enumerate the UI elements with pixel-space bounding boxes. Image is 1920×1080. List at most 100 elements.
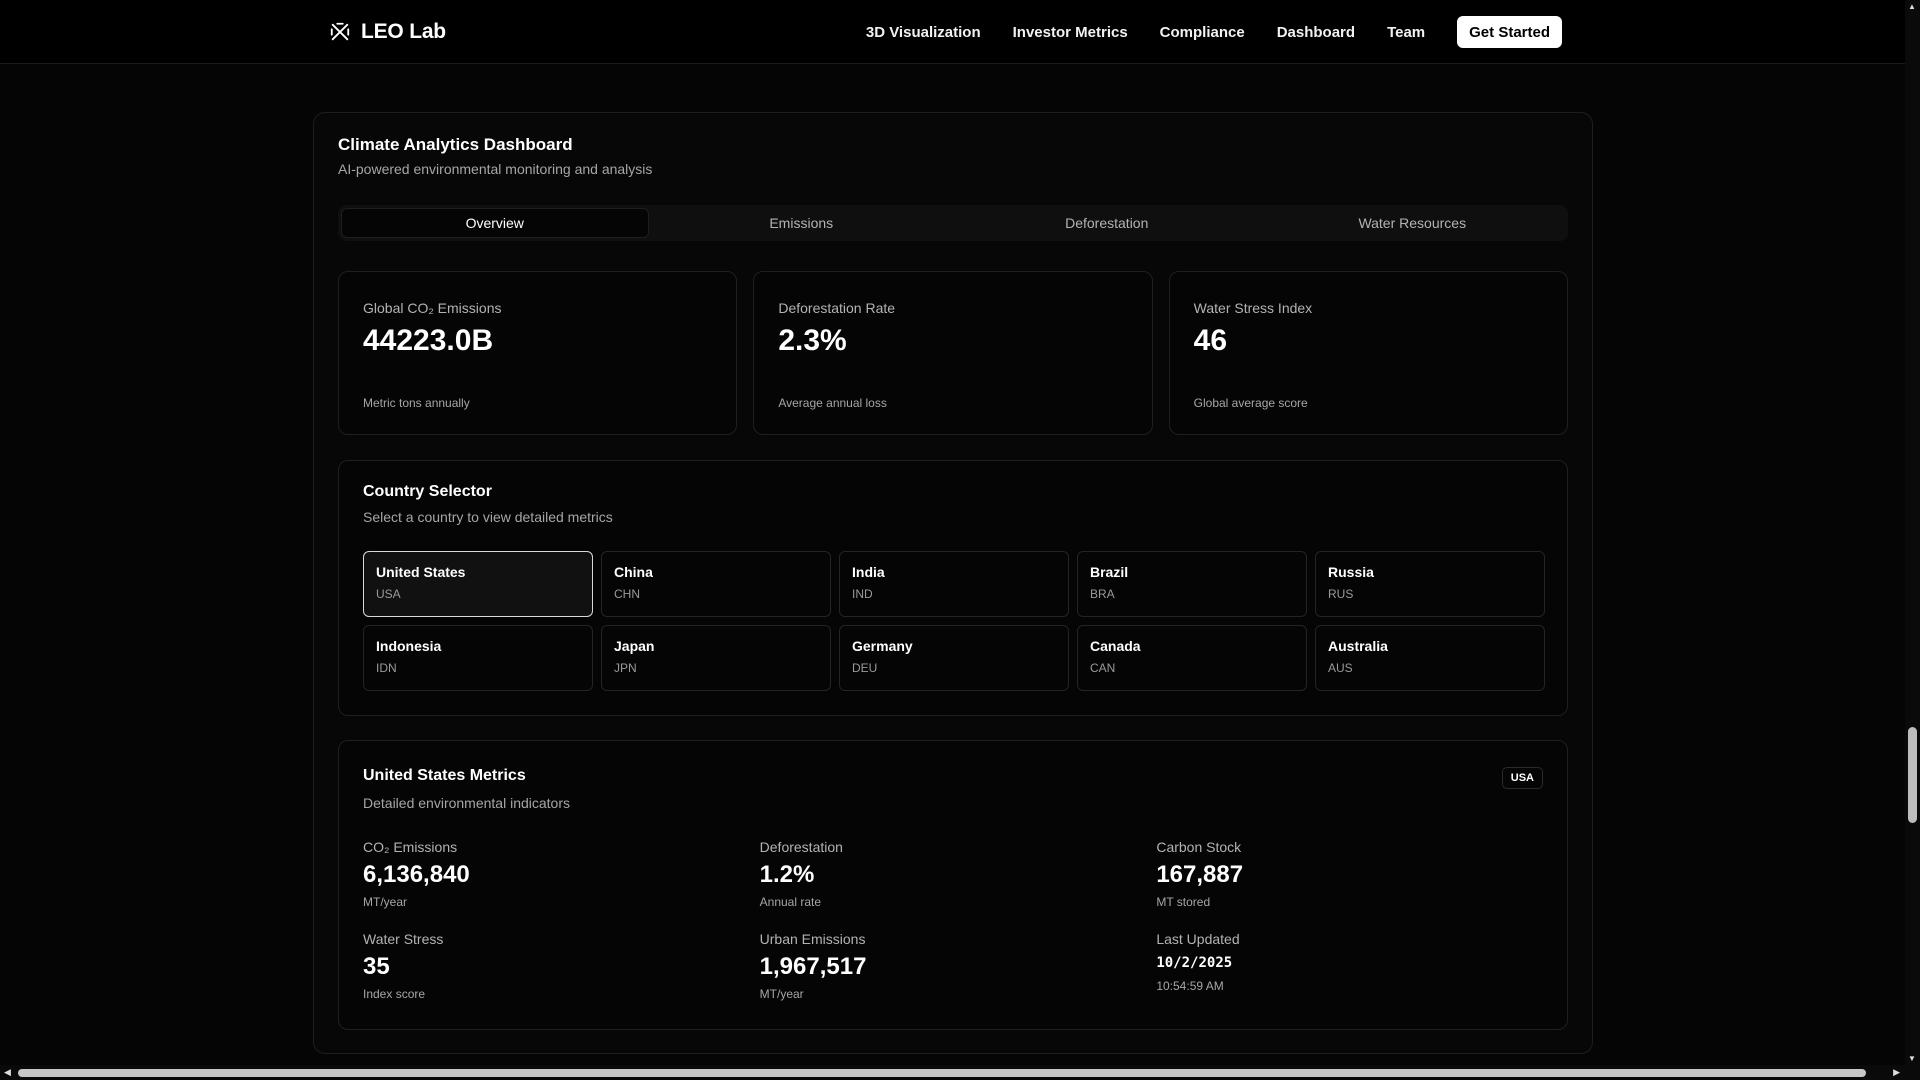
stat-card-water-stress: Water Stress Index 46 Global average sco…	[1168, 271, 1568, 435]
nav-link-compliance[interactable]: Compliance	[1160, 24, 1245, 41]
metric-last-updated: Last Updated 10/2/2025 10:54:59 AM	[1156, 931, 1553, 1003]
country-button-chn[interactable]: China CHN	[601, 551, 831, 617]
nav-links: 3D Visualization Investor Metrics Compli…	[866, 15, 1562, 49]
country-name: Germany	[852, 638, 913, 654]
metric-note: Index score	[363, 987, 426, 1001]
nav-link-3d-visualization[interactable]: 3D Visualization	[866, 24, 981, 41]
country-name: Australia	[1328, 638, 1388, 654]
metric-deforestation: Deforestation 1.2% Annual rate	[760, 839, 1157, 911]
country-name: Japan	[614, 638, 655, 654]
country-code: CAN	[1090, 661, 1116, 675]
country-button-jpn[interactable]: Japan JPN	[601, 625, 831, 691]
vertical-scrollbar[interactable]: ▲ ▼	[1905, 0, 1920, 1065]
page: LEO Lab 3D Visualization Investor Metric…	[0, 0, 1920, 1080]
metric-label: CO₂ Emissions	[363, 839, 458, 855]
stat-cards: Global CO₂ Emissions 44223.0B Metric ton…	[338, 271, 1568, 435]
brand-name: LEO Lab	[361, 20, 446, 43]
metric-note: MT stored	[1156, 895, 1211, 909]
country-code: DEU	[852, 661, 878, 675]
metric-water-stress: Water Stress 35 Index score	[363, 931, 760, 1003]
country-code-badge: USA	[1501, 767, 1543, 789]
stat-label: Global CO₂ Emissions	[363, 300, 502, 316]
country-button-aus[interactable]: Australia AUS	[1315, 625, 1545, 691]
scroll-down-arrow-icon[interactable]: ▼	[1908, 1054, 1916, 1063]
country-name: Indonesia	[376, 638, 442, 654]
country-metrics-card: United States Metrics Detailed environme…	[338, 740, 1568, 1030]
country-selector-title: Country Selector	[363, 483, 492, 500]
stat-note: Global average score	[1193, 396, 1308, 410]
country-code: RUS	[1328, 587, 1354, 601]
metric-value: 1,967,517	[759, 953, 867, 980]
country-button-bra[interactable]: Brazil BRA	[1077, 551, 1307, 617]
metric-note: Annual rate	[759, 895, 822, 909]
last-updated-time: 10:54:59 AM	[1156, 979, 1224, 993]
country-code: IDN	[376, 661, 397, 675]
country-button-deu[interactable]: Germany DEU	[839, 625, 1069, 691]
metric-value: 6,136,840	[363, 861, 470, 888]
scroll-right-arrow-icon[interactable]: ▶	[1893, 1067, 1900, 1078]
metric-value: 167,887	[1156, 861, 1244, 888]
metric-note: MT/year	[759, 987, 804, 1001]
country-name: Brazil	[1090, 564, 1129, 580]
stat-value: 2.3%	[778, 324, 847, 357]
metric-carbon-stock: Carbon Stock 167,887 MT stored	[1156, 839, 1553, 911]
metric-label: Last Updated	[1156, 931, 1240, 947]
stat-note: Metric tons annually	[363, 396, 470, 410]
top-nav: LEO Lab 3D Visualization Investor Metric…	[0, 0, 1905, 64]
country-selector-subtitle: Select a country to view detailed metric…	[363, 509, 613, 525]
brand[interactable]: LEO Lab	[329, 18, 446, 46]
country-code: CHN	[614, 587, 640, 601]
nav-link-investor-metrics[interactable]: Investor Metrics	[1013, 24, 1128, 41]
metric-note: MT/year	[363, 895, 408, 909]
country-code: USA	[376, 587, 401, 601]
stat-card-co2: Global CO₂ Emissions 44223.0B Metric ton…	[338, 271, 738, 435]
country-name: United States	[376, 564, 466, 580]
metric-label: Carbon Stock	[1156, 839, 1242, 855]
dashboard-subtitle: AI-powered environmental monitoring and …	[338, 161, 653, 177]
leo-logo-icon	[330, 22, 350, 41]
country-button-can[interactable]: Canada CAN	[1077, 625, 1307, 691]
metric-value: 1.2%	[759, 861, 815, 888]
metrics-title: United States Metrics	[363, 767, 526, 784]
country-button-rus[interactable]: Russia RUS	[1315, 551, 1545, 617]
metric-label: Water Stress	[363, 931, 444, 947]
country-button-ind[interactable]: India IND	[839, 551, 1069, 617]
country-code: IND	[852, 587, 873, 601]
stat-label: Water Stress Index	[1193, 300, 1313, 316]
nav-link-team[interactable]: Team	[1387, 24, 1425, 41]
stat-value: 44223.0B	[363, 324, 494, 357]
vertical-scroll-thumb[interactable]	[1908, 727, 1917, 823]
metrics-grid: CO₂ Emissions 6,136,840 MT/year Deforest…	[363, 839, 1553, 1003]
metric-label: Deforestation	[759, 839, 843, 855]
stat-note: Average annual loss	[778, 396, 887, 410]
last-updated-date: 10/2/2025	[1156, 955, 1233, 971]
tab-emissions[interactable]: Emissions	[649, 208, 955, 238]
country-name: Canada	[1090, 638, 1141, 654]
horizontal-scrollbar[interactable]: ◀ ▶	[0, 1065, 1920, 1080]
country-name: Russia	[1328, 564, 1374, 580]
get-started-button[interactable]: Get Started	[1457, 16, 1562, 48]
dashboard-tabs: Overview Emissions Deforestation Water R…	[338, 205, 1568, 241]
metric-co2-emissions: CO₂ Emissions 6,136,840 MT/year	[363, 839, 760, 911]
tab-deforestation[interactable]: Deforestation	[954, 208, 1260, 238]
country-code: JPN	[614, 661, 637, 675]
metric-urban-emissions: Urban Emissions 1,967,517 MT/year	[760, 931, 1157, 1003]
scroll-left-arrow-icon[interactable]: ◀	[4, 1067, 11, 1078]
climate-dashboard-panel: Climate Analytics Dashboard AI-powered e…	[313, 112, 1593, 1054]
stat-card-deforestation: Deforestation Rate 2.3% Average annual l…	[753, 271, 1153, 435]
country-name: India	[852, 564, 885, 580]
nav-link-dashboard[interactable]: Dashboard	[1277, 24, 1355, 41]
horizontal-scroll-thumb[interactable]	[18, 1069, 1866, 1077]
country-grid: United States USA China CHN India IND Br…	[363, 551, 1545, 691]
country-button-idn[interactable]: Indonesia IDN	[363, 625, 593, 691]
dashboard-title: Climate Analytics Dashboard	[338, 135, 573, 154]
tab-water-resources[interactable]: Water Resources	[1260, 208, 1566, 238]
country-name: China	[614, 564, 653, 580]
metrics-subtitle: Detailed environmental indicators	[363, 795, 570, 811]
stat-label: Deforestation Rate	[778, 300, 896, 316]
metric-value: 35	[363, 953, 390, 980]
tab-overview[interactable]: Overview	[341, 208, 649, 238]
scroll-up-arrow-icon[interactable]: ▲	[1908, 2, 1916, 11]
country-button-usa[interactable]: United States USA	[363, 551, 593, 617]
stat-value: 46	[1193, 324, 1228, 357]
